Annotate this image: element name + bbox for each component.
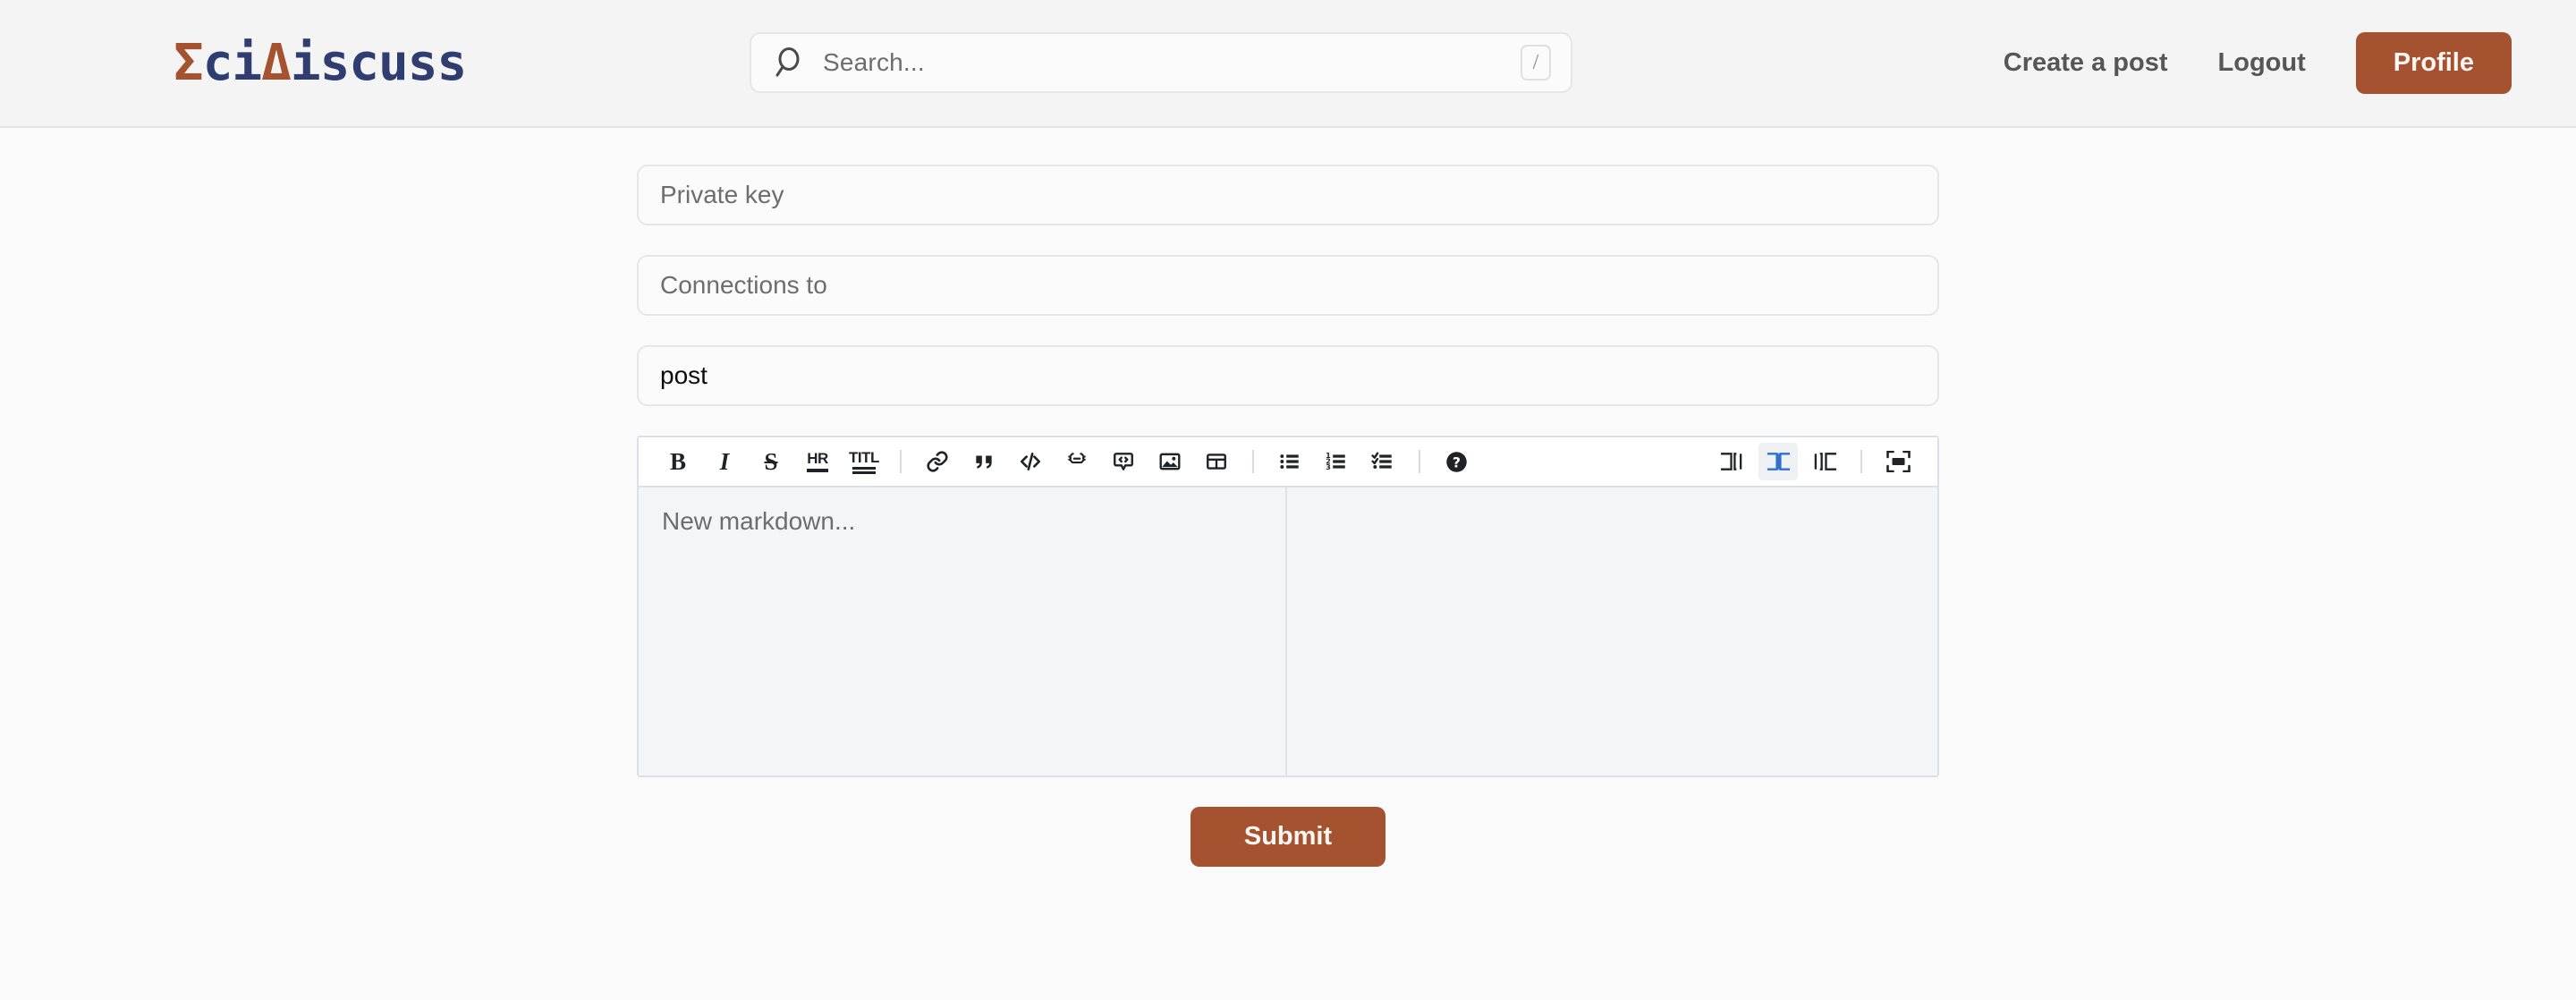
image-icon[interactable] (1150, 443, 1190, 480)
markdown-preview-pane (1287, 487, 1937, 775)
submit-button[interactable]: Submit (1190, 807, 1386, 867)
svg-text:3: 3 (1326, 462, 1331, 471)
help-icon[interactable]: ? (1436, 443, 1476, 480)
strikethrough-icon[interactable]: S (751, 443, 791, 480)
fullscreen-icon[interactable] (1878, 443, 1918, 480)
markdown-placeholder: New markdown... (662, 507, 856, 535)
table-icon[interactable] (1197, 443, 1236, 480)
checklist-icon[interactable] (1363, 443, 1402, 480)
search-bar[interactable]: Search... / (750, 32, 1572, 93)
connections-to-placeholder: Connections to (660, 271, 827, 299)
unordered-list-icon[interactable] (1270, 443, 1309, 480)
post-form: Private key Connections to post B I S HR… (637, 128, 1939, 867)
search-shortcut-badge: / (1521, 45, 1551, 81)
search-icon (775, 47, 803, 78)
toolbar-separator-1 (900, 450, 902, 473)
link-icon[interactable] (918, 443, 957, 480)
post-title-value: post (660, 361, 708, 389)
editor-panes: New markdown... (639, 487, 1937, 775)
nav-create-post[interactable]: Create a post (1979, 48, 2193, 78)
private-key-field[interactable]: Private key (637, 165, 1939, 225)
quote-icon[interactable] (964, 443, 1004, 480)
view-mode-editor-icon[interactable] (1712, 443, 1751, 480)
markdown-input-pane[interactable]: New markdown... (639, 487, 1287, 775)
view-mode-preview-icon[interactable] (1805, 443, 1844, 480)
horizontal-rule-icon[interactable]: HR (798, 443, 837, 480)
profile-button[interactable]: Profile (2355, 32, 2512, 94)
code-icon[interactable] (1011, 443, 1050, 480)
search-input[interactable]: Search... / (750, 32, 1572, 93)
post-title-field[interactable]: post (637, 345, 1939, 406)
toolbar-separator-3 (1419, 450, 1420, 473)
comment-code-icon[interactable] (1104, 443, 1143, 480)
submit-row: Submit (637, 807, 1939, 867)
private-key-placeholder: Private key (660, 181, 784, 208)
bold-icon[interactable]: B (658, 443, 698, 480)
title-icon[interactable]: TITL (844, 443, 884, 480)
header-nav: Create a post Logout Profile (1979, 0, 2512, 126)
logo-delta: Δ (261, 33, 292, 92)
toolbar-separator-2 (1252, 450, 1254, 473)
italic-icon[interactable]: I (705, 443, 744, 480)
connections-to-field[interactable]: Connections to (637, 255, 1939, 316)
logo-iscuss: iscuss (290, 33, 467, 92)
toolbar-separator-4 (1860, 450, 1862, 473)
search-placeholder: Search... (823, 48, 925, 76)
markdown-editor: B I S HR TITL 1 2 3 ? New markdown... (637, 436, 1939, 777)
logo-ci: ci (202, 33, 262, 92)
svg-text:?: ? (1452, 453, 1460, 470)
ordered-list-icon[interactable]: 1 2 3 (1317, 443, 1356, 480)
app-header: ΣciΔiscuss Search... / Create a post Log… (0, 0, 2576, 128)
code-block-icon[interactable] (1057, 443, 1097, 480)
logo-sigma: Σ (174, 33, 204, 92)
markdown-toolbar: B I S HR TITL 1 2 3 ? (639, 437, 1937, 487)
view-mode-split-icon[interactable] (1758, 443, 1798, 480)
site-logo[interactable]: ΣciΔiscuss (174, 38, 467, 89)
nav-logout[interactable]: Logout (2193, 48, 2331, 78)
